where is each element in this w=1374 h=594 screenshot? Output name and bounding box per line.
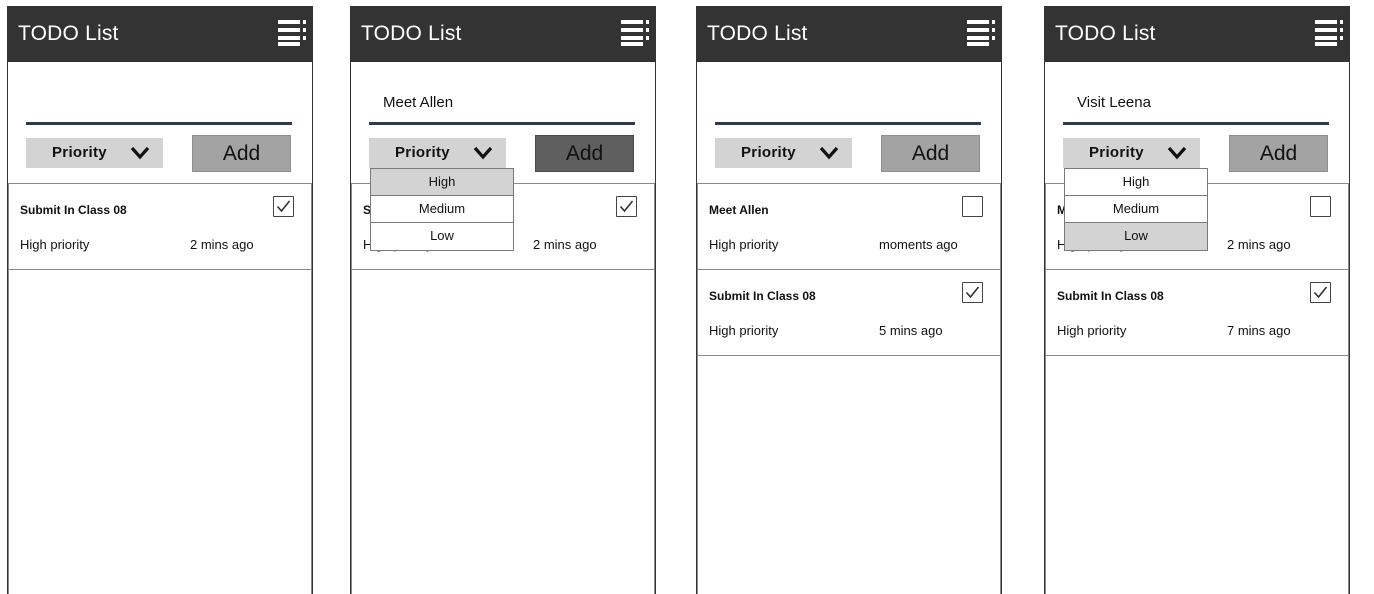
task-checkbox[interactable] [1310,196,1331,217]
task-input[interactable] [369,91,635,125]
app-title: TODO List [361,22,462,45]
priority-option-high[interactable]: High [1065,169,1207,196]
task-list: Meet Allen High priority moments ago Sub… [697,183,1001,594]
priority-option-high[interactable]: High [371,169,513,196]
add-button[interactable]: Add [1229,135,1328,172]
menu-icon[interactable] [278,20,306,46]
add-button[interactable]: Add [192,135,291,172]
priority-option-low[interactable]: Low [1065,223,1207,250]
phone-screen: TODO List Priority Add Meet Allen High p… [696,6,1002,594]
app-bar: TODO List [8,7,312,62]
menu-icon[interactable] [1315,20,1343,46]
priority-option-medium[interactable]: Medium [1065,196,1207,223]
task-time: moments ago [879,237,958,252]
app-bar: TODO List [697,7,1001,62]
checkmark-icon [619,200,634,213]
priority-select-label: Priority [741,144,796,161]
task-time: 7 mins ago [1227,323,1291,338]
menu-icon[interactable] [967,20,995,46]
task-item: Submit In Class 08 High priority 5 mins … [698,270,1000,356]
priority-select[interactable]: Priority [715,138,852,168]
add-button[interactable]: Add [881,135,980,172]
task-name: Submit In Class 08 [1057,289,1164,303]
app-title: TODO List [707,22,808,45]
task-checkbox[interactable] [273,196,294,217]
phone-screen: TODO List Priority Add Meet Allen High p… [1044,6,1350,594]
priority-option-low[interactable]: Low [371,223,513,250]
task-name: Meet Allen [709,203,769,217]
task-list-items: Submit In Class 08 High priority 2 mins … [9,184,311,270]
task-priority: High priority [709,323,779,338]
priority-option-medium[interactable]: Medium [371,196,513,223]
chevron-down-icon [1167,146,1187,160]
task-priority: High priority [709,237,779,252]
task-checkbox[interactable] [1310,282,1331,303]
priority-select-label: Priority [52,144,107,161]
phone-screen: TODO List Priority Add Submit In Class 0… [7,6,313,594]
phone-screen: TODO List Priority Add Submit In Class 0… [350,6,656,594]
priority-select-label: Priority [1089,144,1144,161]
app-title: TODO List [18,22,119,45]
task-list-items: Meet Allen High priority moments ago Sub… [698,184,1000,356]
task-time: 2 mins ago [533,237,597,252]
task-input[interactable] [1063,91,1329,125]
priority-dropdown: High Medium Low [370,168,514,251]
task-time: 2 mins ago [190,237,254,252]
checkmark-icon [276,200,291,213]
task-checkbox[interactable] [962,196,983,217]
task-priority: High priority [1057,323,1127,338]
task-item: Meet Allen High priority moments ago [698,184,1000,270]
app-bar: TODO List [351,7,655,62]
task-input[interactable] [26,91,292,125]
priority-select[interactable]: Priority [1063,138,1200,168]
app-bar: TODO List [1045,7,1349,62]
task-item: Submit In Class 08 High priority 7 mins … [1046,270,1348,356]
task-name: Submit In Class 08 [709,289,816,303]
priority-select[interactable]: Priority [26,138,163,168]
checkmark-icon [1313,286,1328,299]
priority-select-label: Priority [395,144,450,161]
priority-select[interactable]: Priority [369,138,506,168]
task-time: 2 mins ago [1227,237,1291,252]
checkmark-icon [965,286,980,299]
chevron-down-icon [473,146,493,160]
task-checkbox[interactable] [962,282,983,303]
chevron-down-icon [130,146,150,160]
task-item: Submit In Class 08 High priority 2 mins … [9,184,311,270]
chevron-down-icon [819,146,839,160]
task-list: Submit In Class 08 High priority 2 mins … [8,183,312,594]
task-checkbox[interactable] [616,196,637,217]
menu-icon[interactable] [621,20,649,46]
task-input[interactable] [715,91,981,125]
task-priority: High priority [20,237,90,252]
task-name: Submit In Class 08 [20,203,127,217]
priority-dropdown: High Medium Low [1064,168,1208,251]
app-title: TODO List [1055,22,1156,45]
add-button[interactable]: Add [535,135,634,172]
task-time: 5 mins ago [879,323,943,338]
